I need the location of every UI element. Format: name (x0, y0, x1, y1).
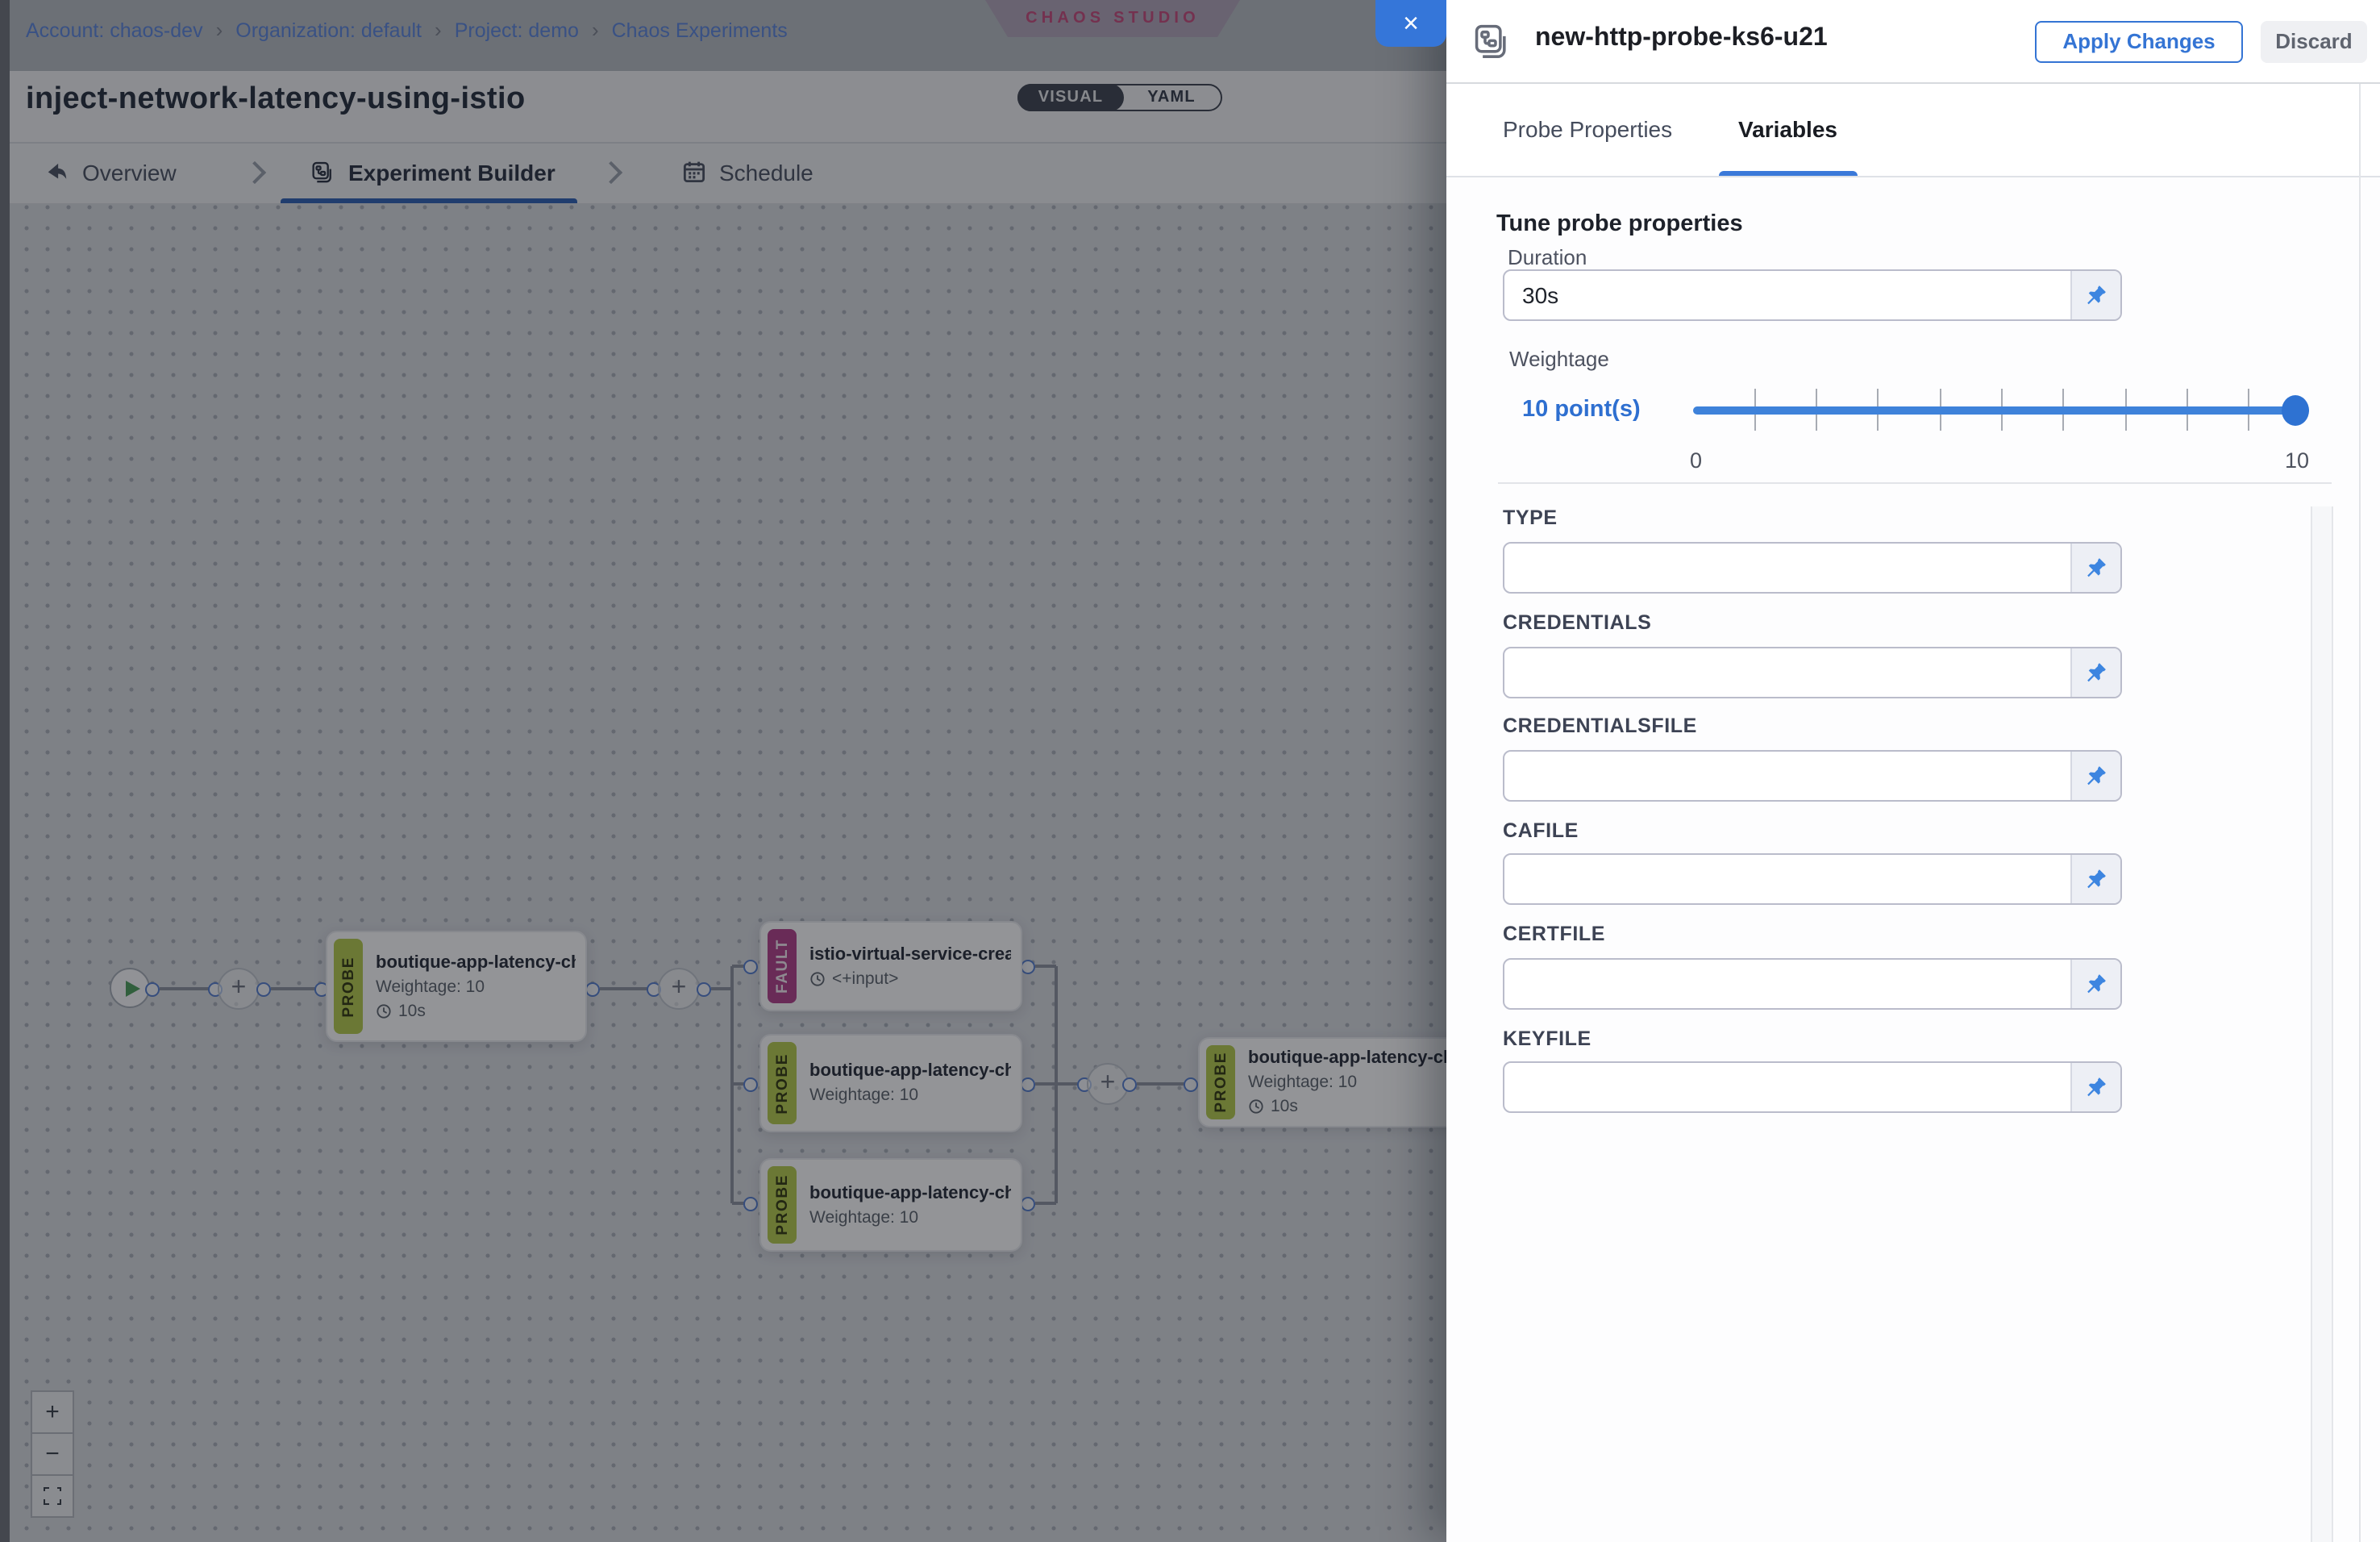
drawer-title: new-http-probe-ks6-u21 (1535, 24, 1828, 53)
var-field-credentials (1503, 646, 2122, 698)
var-label-certfile: CERTFILE (1503, 923, 1605, 945)
cafile-input[interactable] (1504, 855, 2070, 903)
pin-button[interactable] (2070, 959, 2120, 1007)
probe-config-drawer: new-http-probe-ks6-u21 Apply Changes Dis… (1446, 0, 2380, 1542)
var-field-type (1503, 542, 2122, 594)
chaos-studio-page: Account: chaos-dev › Organization: defau… (0, 0, 2380, 1542)
pin-icon (2085, 1076, 2107, 1098)
drawer-scrollbar[interactable] (2310, 506, 2332, 1542)
weightage-label: Weightage (1509, 347, 1609, 371)
var-field-keyfile (1503, 1061, 2122, 1113)
type-input[interactable] (1504, 544, 2070, 592)
duration-field-group (1503, 269, 2122, 320)
pin-icon (2085, 765, 2107, 787)
var-label-keyfile: KEYFILE (1503, 1027, 1592, 1049)
duration-label: Duration (1508, 245, 1587, 269)
var-label-cafile: CAFILE (1503, 819, 1579, 841)
slider-track[interactable] (1693, 406, 2309, 414)
var-field-credentialsfile (1503, 750, 2122, 802)
pin-button[interactable] (2070, 752, 2120, 800)
keyfile-input[interactable] (1504, 1063, 2070, 1111)
apply-changes-button[interactable]: Apply Changes (2035, 20, 2243, 62)
pin-button[interactable] (2070, 1063, 2120, 1111)
var-label-credentialsfile: CREDENTIALSFILE (1503, 715, 1697, 737)
duration-input[interactable] (1504, 270, 2070, 319)
certfile-input[interactable] (1504, 959, 2070, 1007)
var-field-certfile (1503, 957, 2122, 1009)
section-heading: Tune probe properties (1496, 211, 1743, 237)
weightage-value: 10 point(s) (1522, 397, 1641, 423)
tab-probe-properties[interactable]: Probe Properties (1503, 83, 1672, 175)
close-icon: × (1403, 8, 1419, 39)
pin-icon (2085, 556, 2107, 579)
active-tab-underline (1719, 170, 1858, 176)
drawer-header: new-http-probe-ks6-u21 Apply Changes Dis… (1446, 0, 2380, 83)
discard-button[interactable]: Discard (2261, 20, 2367, 62)
pin-icon (2085, 661, 2107, 683)
drawer-body: Tune probe properties Duration Weightage… (1446, 177, 2380, 1542)
pin-button[interactable] (2070, 544, 2120, 592)
var-label-type: TYPE (1503, 506, 1558, 529)
var-label-credentials: CREDENTIALS (1503, 611, 1651, 634)
pin-button[interactable] (2070, 855, 2120, 903)
pin-icon (2085, 972, 2107, 994)
probe-icon (1471, 21, 1512, 71)
weightage-slider: 0 10 (1693, 355, 2309, 452)
slider-max-label: 10 (2285, 448, 2309, 473)
tab-variables[interactable]: Variables (1738, 83, 1837, 175)
var-field-cafile (1503, 853, 2122, 905)
drawer-tabs: Probe Properties Variables (1446, 83, 2380, 177)
close-drawer-button[interactable]: × (1375, 0, 1446, 47)
pin-button[interactable] (2070, 270, 2120, 319)
section-divider (1498, 481, 2332, 483)
pin-icon (2085, 868, 2107, 890)
drawer-scrim[interactable] (0, 0, 1446, 1542)
slider-min-label: 0 (1690, 448, 1702, 473)
credentialsfile-input[interactable] (1504, 752, 2070, 800)
experiment-builder-area: Account: chaos-dev › Organization: defau… (0, 0, 1446, 1542)
pin-icon (2085, 283, 2107, 306)
slider-handle[interactable] (2282, 395, 2309, 426)
pin-button[interactable] (2070, 648, 2120, 696)
credentials-input[interactable] (1504, 648, 2070, 696)
scroll-gutter-divider (2358, 84, 2360, 1542)
